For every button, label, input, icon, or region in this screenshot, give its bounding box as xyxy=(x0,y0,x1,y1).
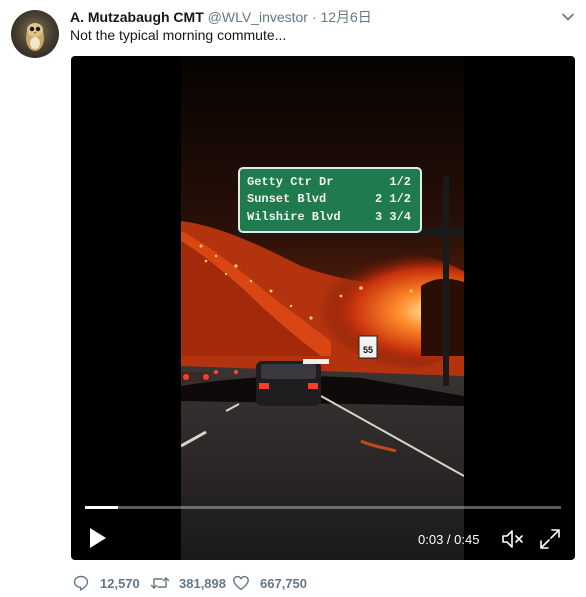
play-icon[interactable] xyxy=(85,526,109,550)
owl-avatar-icon xyxy=(26,23,44,51)
current-time: 0:03 xyxy=(418,532,444,547)
sign-row-2-distance: 2 1/2 xyxy=(375,192,411,206)
author-handle[interactable]: @WLV_investor xyxy=(208,9,308,25)
retweet-button[interactable]: 381,898 xyxy=(150,573,230,593)
sign-row-1-distance: 1/2 xyxy=(389,175,411,189)
video-player[interactable]: Getty Ctr Dr 1/2 Sunset Blvd 2 1/2 Wilsh… xyxy=(71,56,575,560)
sign-row-3-distance: 3 3/4 xyxy=(375,210,411,224)
avatar[interactable] xyxy=(11,10,59,58)
retweet-icon xyxy=(150,577,170,589)
sign-row-1-place: Getty Ctr Dr xyxy=(247,175,333,189)
muted-speaker-icon[interactable] xyxy=(501,528,525,550)
heart-icon xyxy=(233,575,249,591)
speed-limit-sign: 55 xyxy=(363,345,373,355)
video-time: 0:03 / 0:45 xyxy=(418,532,479,547)
tweet-text: Not the typical morning commute... xyxy=(70,27,287,43)
reply-count: 12,570 xyxy=(100,576,140,591)
like-count: 667,750 xyxy=(260,576,307,591)
tweet-date[interactable]: 12月6日 xyxy=(320,9,371,25)
video-frame[interactable]: Getty Ctr Dr 1/2 Sunset Blvd 2 1/2 Wilsh… xyxy=(181,56,464,560)
video-progress-bar[interactable] xyxy=(85,506,561,509)
sign-row-3-place: Wilshire Blvd xyxy=(247,210,341,224)
time-separator: / xyxy=(443,532,455,547)
header-separator: · xyxy=(311,9,317,25)
expand-icon[interactable] xyxy=(539,528,561,550)
author-name[interactable]: A. Mutzabaugh CMT xyxy=(70,9,204,25)
tweet-header: A. Mutzabaugh CMT @WLV_investor · 12月6日 xyxy=(70,7,372,25)
chevron-down-icon[interactable] xyxy=(560,9,576,25)
reply-icon xyxy=(73,575,89,591)
duration: 0:45 xyxy=(454,532,480,547)
retweet-count: 381,898 xyxy=(179,576,226,591)
video-progress-fill xyxy=(85,506,119,509)
like-button[interactable]: 667,750 xyxy=(232,573,312,593)
sign-row-2-place: Sunset Blvd xyxy=(247,192,326,206)
reply-button[interactable]: 12,570 xyxy=(72,573,142,593)
